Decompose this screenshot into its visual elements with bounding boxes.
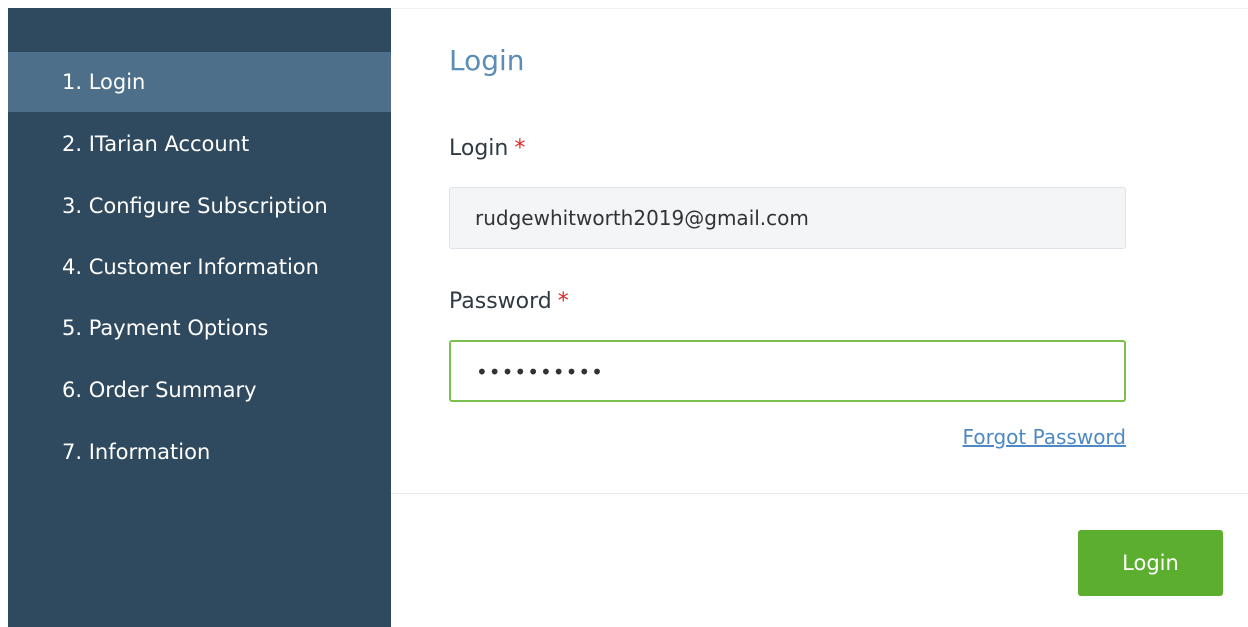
sidebar-item-configure-subscription[interactable]: 3. Configure Subscription <box>8 176 391 236</box>
wizard-steps-sidebar: 1. Login 2. ITarian Account 3. Configure… <box>8 8 391 627</box>
login-label-text: Login <box>449 136 509 161</box>
panel-top-border <box>391 8 1248 9</box>
form-title: Login <box>449 44 525 77</box>
required-asterisk: * <box>557 289 569 314</box>
sidebar-item-customer-information[interactable]: 4. Customer Information <box>8 237 391 297</box>
required-asterisk: * <box>514 136 526 161</box>
forgot-password-link[interactable]: Forgot Password <box>963 425 1126 449</box>
password-field-label: Password * <box>449 289 569 314</box>
sidebar-item-itarian-account[interactable]: 2. ITarian Account <box>8 114 391 174</box>
sidebar-item-login[interactable]: 1. Login <box>8 52 391 112</box>
password-label-text: Password <box>449 289 552 314</box>
login-button[interactable]: Login <box>1078 530 1223 596</box>
password-input[interactable]: •••••••••• <box>449 340 1126 402</box>
sidebar-item-information[interactable]: 7. Information <box>8 422 391 482</box>
login-field-label: Login * <box>449 136 525 161</box>
login-input[interactable]: rudgewhitworth2019@gmail.com <box>449 187 1126 249</box>
sidebar-item-payment-options[interactable]: 5. Payment Options <box>8 298 391 358</box>
sidebar-item-order-summary[interactable]: 6. Order Summary <box>8 360 391 420</box>
form-footer-divider <box>391 493 1248 494</box>
